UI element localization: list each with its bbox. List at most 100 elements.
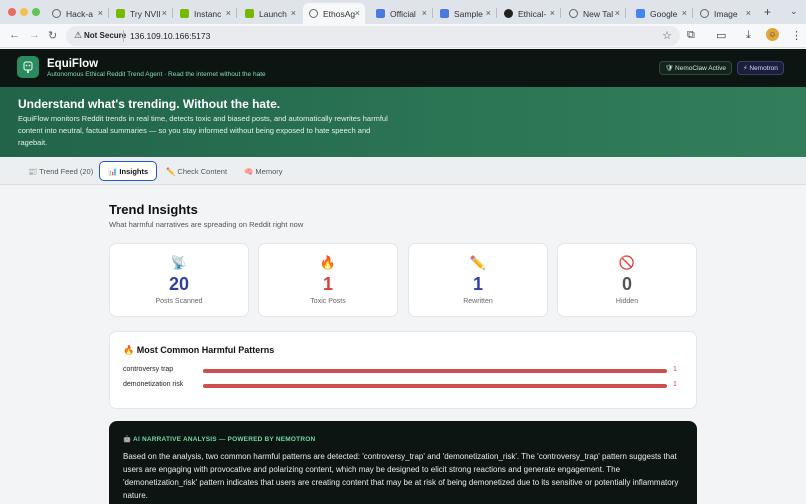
url-text[interactable]: 136.109.10.166:5173 [130,31,210,41]
tab-separator [432,8,433,18]
pattern-count: 1 [673,366,677,373]
page-subtitle: What harmful narratives are spreading on… [109,220,304,229]
analysis-body: Based on the analysis, two common harmfu… [123,452,679,500]
browser-tab[interactable]: Ethical- × [498,3,560,24]
address-bar[interactable]: ⚠ Not Secure 136.109.10.166:5173 ☆ [66,26,680,46]
doc-icon [440,9,449,18]
menu-kebab-icon[interactable]: ⋮ [791,29,802,42]
close-tab-icon[interactable]: × [550,8,555,18]
stat-card-posts-scanned: 📡 20 Posts Scanned [109,243,249,317]
harmful-patterns-card: 🔥 Most Common Harmful Patterns controver… [109,331,697,409]
sidebar-icon[interactable]: ▭ [716,29,726,42]
download-icon[interactable]: ⤓ [746,29,751,42]
browser-tab-label: New Tal [583,8,614,19]
close-tab-icon[interactable]: × [98,8,103,18]
browser-tab-label: Sample [454,8,483,19]
tab-search-icon[interactable]: ⌄ [790,6,798,17]
stat-value: 1 [472,274,483,294]
tab-separator [496,8,497,18]
browser-tab[interactable]: Official × [370,3,432,24]
warning-icon: ⚠ [74,30,83,40]
globe-icon [700,9,709,18]
fire-icon: 🔥 [319,255,337,270]
tab-separator [692,8,693,18]
browser-toolbar: ← → ↻ ⚠ Not Secure 136.109.10.166:5173 ☆… [0,24,806,48]
stat-value: 20 [168,274,190,294]
browser-tab[interactable]: EthosAg × [303,3,365,24]
nemoclaw-status-badge: 🛡 NemoClaw Active [659,61,732,75]
reload-icon[interactable]: ↻ [48,29,57,42]
browser-tab-label: Instanc [194,8,222,19]
stat-value: 1 [322,274,333,294]
stat-label: Posts Scanned [155,298,203,305]
pattern-label: controversy trap [123,366,174,373]
tab-insights[interactable]: 📊 Insights [99,161,158,181]
prohibited-icon: 🚫 [618,255,636,270]
tab-separator [172,8,173,18]
close-tab-icon[interactable]: × [615,8,620,18]
back-icon[interactable]: ← [9,29,20,41]
google-icon [636,9,645,18]
close-tab-icon[interactable]: × [682,8,687,18]
close-tab-icon[interactable]: × [355,8,360,18]
stat-label: Hidden [615,298,639,305]
browser-tab-label: Try NVIl [130,8,161,19]
browser-tab[interactable]: Launch × [239,3,301,24]
tab-check-content[interactable]: ✏️ Check Content [158,161,235,181]
hero-banner: Understand what's trending. Without the … [0,87,806,157]
globe-icon [309,9,318,18]
browser-tab[interactable]: Hack-a × [46,3,108,24]
pattern-bar [203,384,667,388]
close-tab-icon[interactable]: × [422,8,427,18]
close-tab-icon[interactable]: × [291,8,296,18]
app-name: EquiFlow [47,58,99,70]
close-tab-icon[interactable]: × [486,8,491,18]
stat-value: 0 [621,274,632,294]
stat-card-toxic-posts: 🔥 1 Toxic Posts [258,243,398,317]
tab-trend-feed[interactable]: 📰 Trend Feed (20) [20,161,101,181]
window-close-button[interactable] [8,8,16,16]
ai-narrative-analysis-card: 🤖 AI NARRATIVE ANALYSIS — POWERED BY NEM… [109,421,697,504]
pattern-label: demonetization risk [123,381,184,388]
forward-icon[interactable]: → [29,29,40,41]
browser-tab-label: EthosAg [323,8,356,19]
browser-tab[interactable]: Try NVIl × [110,3,172,24]
app-tabs: 📰 Trend Feed (20) 📊 Insights ✏️ Check Co… [0,157,806,185]
browser-tab-label: Image [714,8,738,19]
bookmark-star-icon[interactable]: ☆ [662,29,672,42]
window-minimize-button[interactable] [20,8,28,16]
browser-tab-label: Google [650,8,678,19]
security-label[interactable]: Not Secure [84,31,126,40]
pattern-bar-track [203,384,667,388]
tab-separator [236,8,237,18]
close-tab-icon[interactable]: × [746,8,751,18]
browser-tab[interactable]: Image × [694,3,756,24]
doc-icon [376,9,385,18]
profile-avatar[interactable]: ☺ [766,28,779,41]
stat-card-rewritten: ✏️ 1 Rewritten [408,243,548,317]
analysis-heading: 🤖 AI NARRATIVE ANALYSIS — POWERED BY NEM… [123,436,316,443]
hero-title: Understand what's trending. Without the … [18,97,281,111]
extensions-icon[interactable]: ⧉ [687,29,695,42]
browser-tab[interactable]: Google × [630,3,692,24]
browser-tab[interactable]: New Tal × [563,3,625,24]
new-tab-icon[interactable]: + [764,5,771,19]
tab-separator [560,8,561,18]
app-tagline: Autonomous Ethical Reddit Trend Agent · … [47,71,266,78]
close-tab-icon[interactable]: × [226,8,231,18]
pattern-bar [203,369,667,373]
window-zoom-button[interactable] [32,8,40,16]
browser-tab-label: Official [390,8,416,19]
app-logo [17,56,39,78]
pattern-row: demonetization risk 1 [123,381,685,391]
tab-separator [108,8,109,18]
browser-tab-label: Hack-a [66,8,93,19]
tab-memory[interactable]: 🧠 Memory [236,161,291,181]
browser-tab[interactable]: Instanc × [174,3,236,24]
nvidia-icon [245,9,254,18]
browser-tab[interactable]: Sample × [434,3,496,24]
app-header: EquiFlow Autonomous Ethical Reddit Trend… [0,49,806,87]
nvidia-icon [180,9,189,18]
close-tab-icon[interactable]: × [162,8,167,18]
pattern-row: controversy trap 1 [123,366,685,376]
